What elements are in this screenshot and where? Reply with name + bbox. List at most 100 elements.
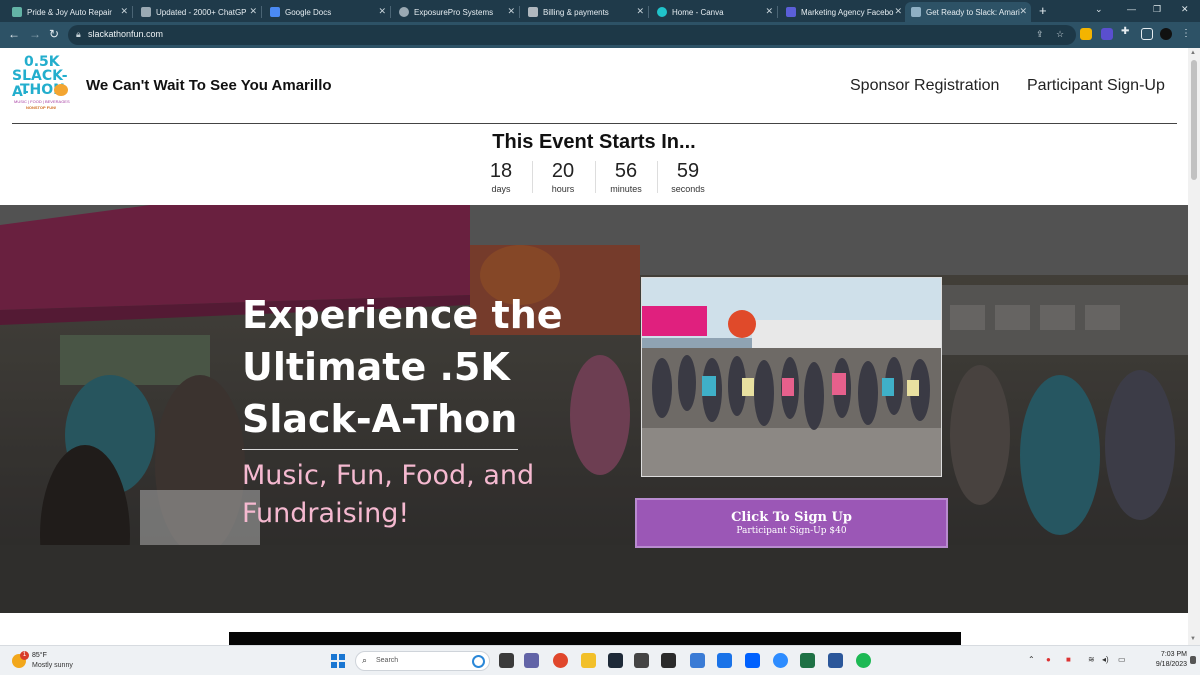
tray-app-icon[interactable]: ■ [1066,655,1071,664]
close-tab-icon[interactable]: ✕ [894,6,902,17]
extensions-puzzle-icon[interactable]: ✚ [1121,26,1133,38]
word-icon[interactable] [828,653,843,668]
tab-favicon-icon [657,7,667,17]
nav-sponsor-registration[interactable]: Sponsor Registration [850,77,999,95]
chrome-icon[interactable] [553,653,568,668]
participant-signup-button[interactable]: Click To Sign Up Participant Sign-Up $40 [635,498,948,548]
logo-tagline: MUSIC | FOOD | BEVERAGES [14,99,70,104]
volume-icon[interactable]: ◂) [1102,655,1109,664]
minimize-icon[interactable]: — [1127,4,1136,14]
countdown-label: minutes [610,184,642,194]
tab-title: Pride & Joy Auto Repair [27,7,112,17]
tab-favicon-icon [528,7,538,17]
windows-taskbar: 1 85°F Mostly sunny ⌕ Search ⌃ ● ■ ≋ ◂) … [0,645,1200,675]
countdown-label: seconds [671,184,705,194]
address-url[interactable]: slackathonfun.com [88,29,163,39]
weather-temperature: 85°F [32,652,47,659]
nav-participant-signup[interactable]: Participant Sign-Up [1027,77,1165,95]
browser-tab[interactable]: Google Docs ✕ [264,2,391,22]
site-logo[interactable]: 0.5K SLACK-A- THON MUSIC | FOOD | BEVERA… [12,54,76,112]
notification-bell-icon[interactable] [1190,656,1196,664]
close-tab-icon[interactable]: ✕ [765,6,773,17]
browser-toolbar: ← → ↻ 🔒︎ slackathonfun.com ⇪ ☆ ✚ ⋮ [0,22,1200,48]
new-tab-icon[interactable]: + [1039,3,1047,18]
web-page: 0.5K SLACK-A- THON MUSIC | FOOD | BEVERA… [0,48,1188,645]
browser-tab[interactable]: ExposurePro Systems ✕ [393,2,520,22]
teams-chat-icon[interactable] [524,653,539,668]
browser-tab[interactable]: Pride & Joy Auto Repair ✕ [6,2,133,22]
tab-title: Google Docs [285,7,332,17]
app-icon[interactable] [634,653,649,668]
logo-sun-icon [54,84,68,96]
close-tab-icon[interactable]: ✕ [249,6,257,17]
close-tab-icon[interactable]: ✕ [120,6,128,17]
tab-search-icon[interactable]: ⌄ [1095,4,1103,15]
profile-avatar[interactable] [1160,28,1172,40]
countdown-value: 20 [551,160,575,182]
battery-icon[interactable]: ▭ [1118,655,1126,664]
zoom-icon[interactable] [773,653,788,668]
tab-favicon-icon [399,7,409,17]
page-scrollbar[interactable]: ▲ ▼ [1188,48,1200,645]
excel-icon[interactable] [800,653,815,668]
windows-start-icon[interactable] [331,654,345,668]
address-bar[interactable]: 🔒︎ slackathonfun.com ⇪ ☆ [68,25,1076,45]
tray-app-icon[interactable]: ● [1046,655,1051,664]
mail-icon[interactable] [717,653,732,668]
task-view-icon[interactable] [499,653,514,668]
clock-date: 9/18/2023 [1155,661,1187,668]
extension-icon[interactable] [1101,28,1113,40]
clock-time: 7:03 PM [1160,651,1187,658]
store-icon[interactable] [690,653,705,668]
forward-icon[interactable]: → [29,27,41,41]
browser-tab[interactable]: Updated - 2000+ ChatGP ✕ [135,2,262,22]
browser-tab[interactable]: Home - Canva ✕ [651,2,778,22]
bookmark-star-icon[interactable]: ☆ [1056,29,1064,40]
restore-icon[interactable]: ❐ [1153,4,1161,15]
countdown-minutes: 56 minutes [596,159,656,195]
scrollbar-thumb[interactable] [1191,60,1197,180]
extension-icon[interactable] [1080,28,1092,40]
file-explorer-icon[interactable] [581,653,596,668]
browser-menu-icon[interactable]: ⋮ [1181,28,1191,39]
tab-favicon-icon [911,7,921,17]
countdown-days: 18 days [471,159,531,195]
countdown-label: days [491,184,511,194]
countdown-title: This Event Starts In... [492,131,696,153]
browser-tab[interactable]: Billing & payments ✕ [522,2,649,22]
tab-title: ExposurePro Systems [414,7,494,17]
taskbar-search[interactable]: ⌕ Search [355,651,490,671]
weather-widget[interactable]: 1 85°F Mostly sunny [12,650,92,672]
bing-icon[interactable] [472,655,485,668]
browser-tab-active[interactable]: Get Ready to Slack: Amari ✕ [905,2,1031,22]
close-tab-icon[interactable]: ✕ [507,6,515,17]
lock-icon[interactable]: 🔒︎ [76,29,81,40]
side-panel-icon[interactable] [1141,28,1153,40]
taskbar-clock[interactable]: 7:03 PM 9/18/2023 [1137,650,1187,670]
close-tab-icon[interactable]: ✕ [378,6,386,17]
close-tab-icon[interactable]: ✕ [636,6,644,17]
back-icon[interactable]: ← [8,27,20,41]
dropbox-icon[interactable] [745,653,760,668]
spotify-icon[interactable] [856,653,871,668]
wifi-icon[interactable]: ≋ [1088,655,1095,664]
tab-favicon-icon [270,7,280,17]
reload-icon[interactable]: ↻ [49,27,59,41]
app-icon[interactable] [661,653,676,668]
app-icon[interactable] [608,653,623,668]
tab-title: Updated - 2000+ ChatGP [156,7,247,17]
browser-tab[interactable]: Marketing Agency Facebo ✕ [780,2,906,22]
close-tab-icon[interactable]: ✕ [1019,6,1027,17]
countdown-value: 18 [489,160,513,182]
search-icon: ⌕ [362,655,368,665]
tab-favicon-icon [786,7,796,17]
countdown-hours: 20 hours [533,159,593,195]
close-window-icon[interactable]: ✕ [1181,4,1189,15]
hero-subheadline: Music, Fun, Food, and Fundraising! [242,460,535,529]
share-icon[interactable]: ⇪ [1036,29,1044,40]
countdown-value: 59 [676,160,700,182]
countdown-label: hours [551,184,575,194]
show-hidden-icons[interactable]: ⌃ [1028,655,1035,664]
signup-button-label: Click To Sign Up [731,510,852,525]
tab-title: Marketing Agency Facebo [801,7,894,17]
